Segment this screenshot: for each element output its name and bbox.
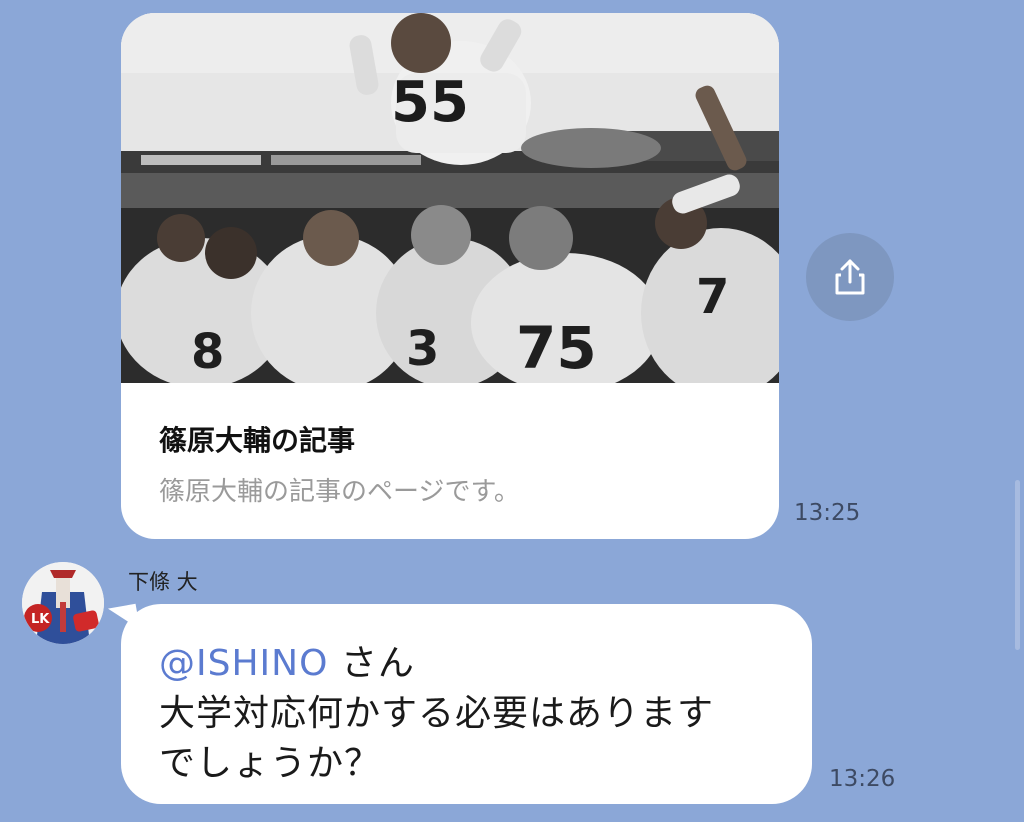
- svg-text:3: 3: [406, 321, 439, 377]
- link-card-title: 篠原大輔の記事: [159, 424, 356, 457]
- svg-text:55: 55: [391, 70, 469, 135]
- mention-link[interactable]: @ISHINO: [159, 643, 328, 684]
- svg-text:LK: LK: [31, 612, 50, 627]
- message-line-1: @ISHINO さん: [159, 634, 415, 686]
- svg-text:75: 75: [516, 314, 597, 382]
- football-celebration-photo: 8 3 75 7 55: [121, 13, 779, 383]
- message-timestamp: 13:26: [829, 766, 896, 792]
- link-card-timestamp: 13:25: [794, 500, 861, 526]
- link-preview-image[interactable]: 8 3 75 7 55: [121, 13, 779, 383]
- message-bubble[interactable]: @ISHINO さん 大学対応何かする必要はあります でしょうか？: [121, 604, 812, 804]
- scrollbar[interactable]: [1015, 480, 1020, 650]
- svg-text:8: 8: [191, 324, 224, 380]
- sender-name: 下條 大: [128, 570, 198, 594]
- chat-room: 8 3 75 7 55 篠原大輔の記事 篠原大輔の記事のページです。 13:25…: [0, 0, 1024, 822]
- link-preview-card[interactable]: 8 3 75 7 55 篠原大輔の記事 篠原大輔の記事のページです。: [121, 13, 779, 539]
- link-card-description: 篠原大輔の記事のページです。: [159, 477, 520, 507]
- message-line-3: でしょうか？: [159, 743, 382, 784]
- avatar-image: LK: [22, 562, 104, 644]
- svg-text:7: 7: [696, 269, 729, 325]
- share-button[interactable]: [806, 233, 894, 321]
- message-honorific: さん: [328, 643, 415, 684]
- message-line-2: 大学対応何かする必要はあります: [159, 693, 715, 734]
- avatar[interactable]: LK: [22, 562, 104, 644]
- share-icon: [835, 259, 865, 295]
